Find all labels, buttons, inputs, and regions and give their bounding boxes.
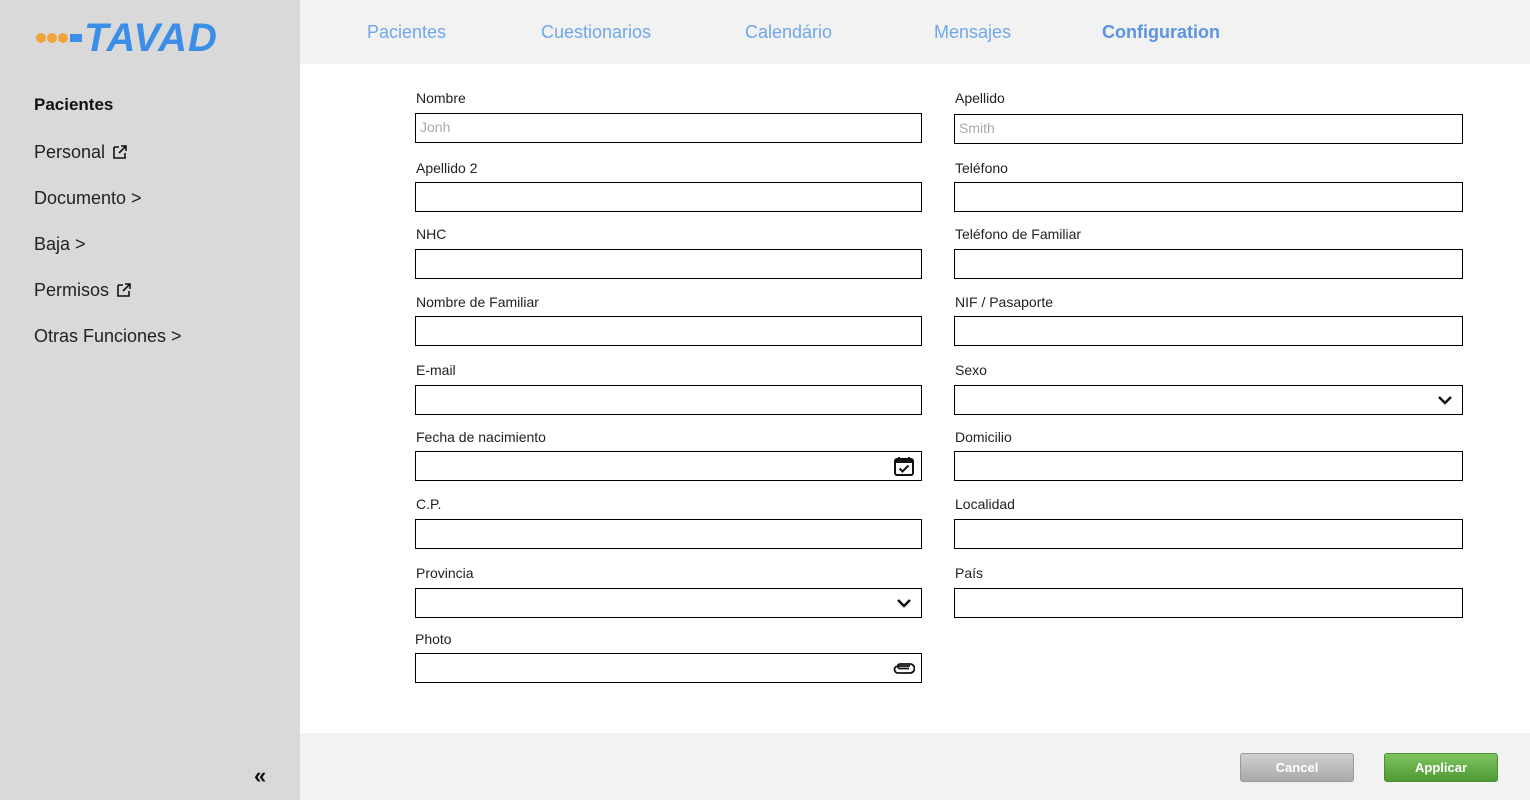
- telefono-familiar-field[interactable]: [954, 249, 1463, 279]
- calendar-icon[interactable]: [893, 455, 915, 477]
- email-input[interactable]: [416, 386, 884, 412]
- sidebar-item-label: Personal: [34, 141, 106, 162]
- tab-pacientes[interactable]: Pacientes: [367, 22, 446, 43]
- nhc-field[interactable]: [415, 249, 922, 279]
- photo-input[interactable]: [416, 654, 884, 680]
- apellido-input[interactable]: [955, 115, 1423, 141]
- fecha-nacimiento-field[interactable]: [415, 451, 922, 481]
- tab-cuestionarios[interactable]: Cuestionarios: [541, 22, 651, 43]
- sidebar: TAVAD Pacientes Personal Documento > Baj…: [0, 0, 300, 800]
- sidebar-item-label: Baja >: [34, 233, 86, 254]
- localidad-label: Localidad: [955, 496, 1015, 512]
- nif-label: NIF / Pasaporte: [955, 294, 1054, 310]
- sidebar-nav: Pacientes Personal Documento > Baja > Pe…: [34, 92, 182, 369]
- pais-input[interactable]: [955, 589, 1423, 615]
- telefono-familiar-label: Teléfono de Familiar: [955, 226, 1082, 242]
- apellido-label: Apellido: [955, 90, 1005, 106]
- brand-logo[interactable]: TAVAD: [36, 16, 218, 60]
- pais-label: País: [955, 565, 984, 581]
- sexo-label: Sexo: [955, 362, 987, 378]
- sidebar-header-pacientes: Pacientes: [34, 95, 114, 114]
- apellido-field[interactable]: [954, 114, 1463, 144]
- apellido2-field[interactable]: [415, 182, 922, 212]
- email-field[interactable]: [415, 385, 922, 415]
- sidebar-item-label: Otras Funciones >: [34, 325, 182, 346]
- apellido2-input[interactable]: [416, 183, 884, 209]
- tab-calendario[interactable]: Calendário: [745, 22, 832, 43]
- chevron-down-icon: [897, 599, 911, 608]
- tab-mensajes[interactable]: Mensajes: [934, 22, 1011, 43]
- sidebar-item-baja[interactable]: Baja >: [34, 231, 182, 257]
- fecha-nacimiento-input[interactable]: [416, 452, 884, 478]
- pais-field[interactable]: [954, 588, 1463, 618]
- cp-field[interactable]: [415, 519, 922, 549]
- nif-field[interactable]: [954, 316, 1463, 346]
- external-link-icon: [117, 283, 131, 297]
- sidebar-item-label: Permisos: [34, 279, 110, 300]
- sidebar-item-label: Documento >: [34, 187, 142, 208]
- photo-label: Photo: [415, 631, 452, 647]
- fecha-nacimiento-label: Fecha de nacimiento: [416, 429, 546, 445]
- sexo-select[interactable]: [954, 385, 1463, 415]
- apply-button[interactable]: Applicar: [1384, 753, 1498, 782]
- logo-mark-icon: [36, 33, 82, 43]
- nombre-familiar-label: Nombre de Familiar: [416, 294, 539, 310]
- nif-input[interactable]: [955, 317, 1423, 343]
- nombre-familiar-field[interactable]: [415, 316, 922, 346]
- sidebar-item-permisos[interactable]: Permisos: [34, 277, 182, 303]
- telefono-familiar-input[interactable]: [955, 250, 1423, 276]
- email-label: E-mail: [416, 362, 456, 378]
- domicilio-field[interactable]: [954, 451, 1463, 481]
- sidebar-item-documento[interactable]: Documento >: [34, 185, 182, 211]
- top-nav: Pacientes Cuestionarios Calendário Mensa…: [300, 0, 1530, 64]
- footer-bar: Cancel Applicar: [300, 733, 1530, 800]
- cp-input[interactable]: [416, 520, 884, 546]
- localidad-input[interactable]: [955, 520, 1423, 546]
- nombre-field[interactable]: [415, 113, 922, 143]
- nhc-label: NHC: [416, 226, 447, 242]
- provincia-label: Provincia: [416, 565, 474, 581]
- nhc-input[interactable]: [416, 250, 884, 276]
- paperclip-icon[interactable]: [893, 657, 915, 679]
- provincia-select[interactable]: [415, 588, 922, 618]
- app-window: TAVAD Pacientes Personal Documento > Baj…: [0, 0, 1530, 800]
- nombre-label: Nombre: [416, 90, 466, 106]
- telefono-field[interactable]: [954, 182, 1463, 212]
- logo-text: TAVAD: [84, 16, 218, 60]
- cancel-button[interactable]: Cancel: [1240, 753, 1354, 782]
- tab-configuration[interactable]: Configuration: [1102, 22, 1220, 43]
- telefono-input[interactable]: [955, 183, 1423, 209]
- sidebar-item-otras-funciones[interactable]: Otras Funciones >: [34, 323, 182, 349]
- sidebar-item-personal[interactable]: Personal: [34, 139, 182, 165]
- photo-field[interactable]: [415, 653, 922, 683]
- cp-label: C.P.: [416, 496, 442, 512]
- apellido2-label: Apellido 2: [416, 160, 478, 176]
- domicilio-input[interactable]: [955, 452, 1423, 478]
- chevron-down-icon: [1438, 396, 1452, 405]
- nombre-familiar-input[interactable]: [416, 317, 884, 343]
- collapse-sidebar-icon[interactable]: «: [254, 763, 266, 789]
- nombre-input[interactable]: [416, 114, 884, 140]
- telefono-label: Teléfono: [955, 160, 1008, 176]
- domicilio-label: Domicilio: [955, 429, 1012, 445]
- external-link-icon: [113, 145, 127, 159]
- localidad-field[interactable]: [954, 519, 1463, 549]
